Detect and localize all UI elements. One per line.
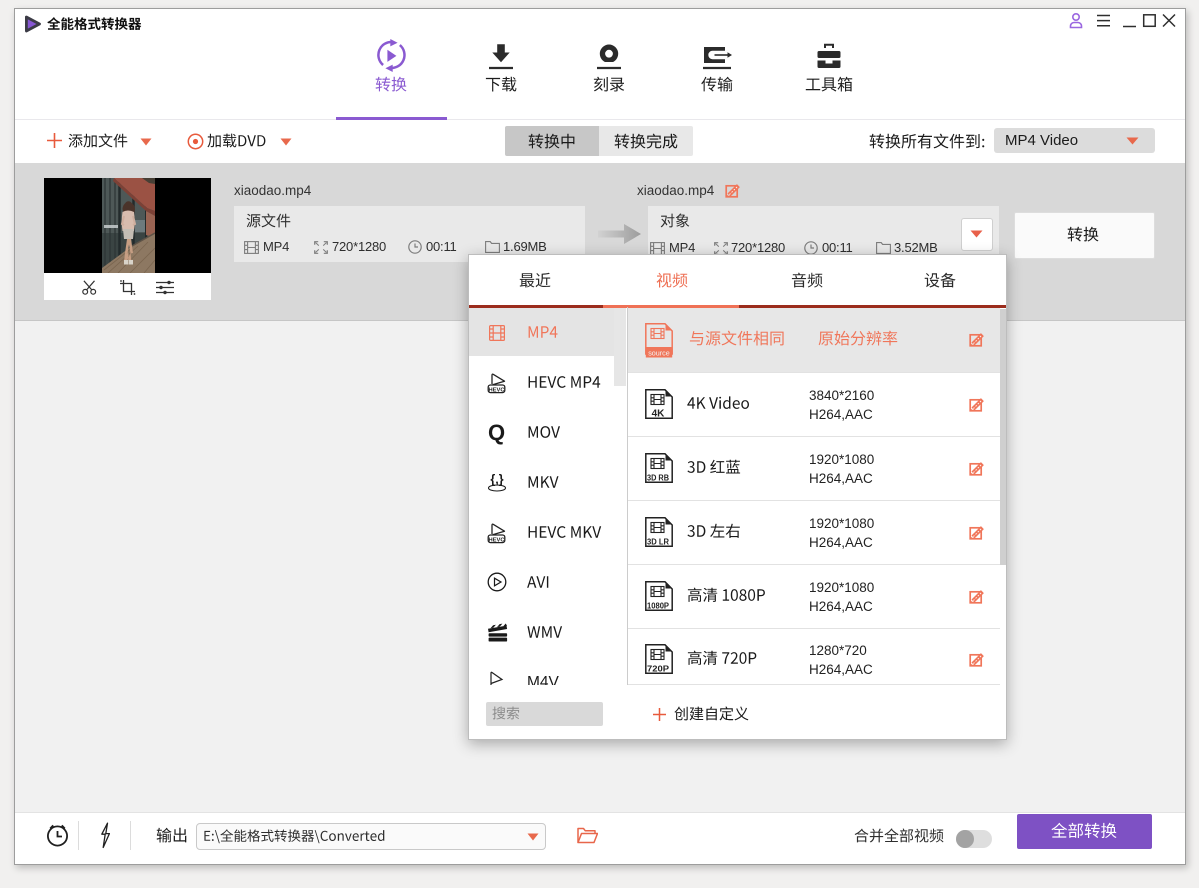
svg-text:3D LR: 3D LR	[647, 538, 669, 547]
svg-text:{,}: {,}	[490, 473, 503, 487]
svg-text:HEVC: HEVC	[488, 537, 505, 543]
svg-text:3D RB: 3D RB	[647, 474, 669, 483]
svg-text:source: source	[648, 348, 670, 357]
svg-text:HEVC: HEVC	[488, 387, 505, 393]
svg-text:4K: 4K	[652, 409, 666, 420]
svg-text:720P: 720P	[647, 665, 670, 674]
svg-text:1080P: 1080P	[647, 602, 670, 611]
